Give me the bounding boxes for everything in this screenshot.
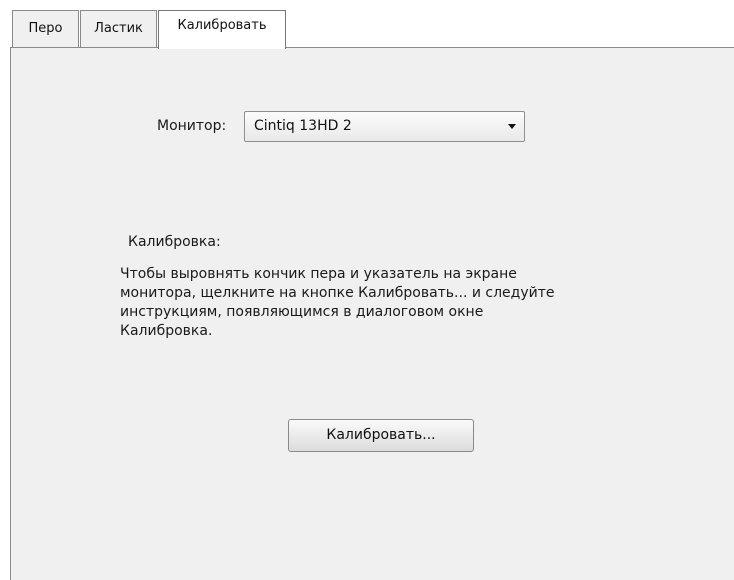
tab-pen[interactable]: Перо bbox=[12, 10, 79, 47]
tablet-properties-window: Перо Ластик Калибровать Монитор: Cintiq … bbox=[0, 0, 734, 580]
tab-eraser[interactable]: Ластик bbox=[80, 10, 157, 47]
monitor-label: Монитор: bbox=[157, 118, 227, 134]
monitor-dropdown-value: Cintiq 13HD 2 bbox=[254, 118, 352, 134]
tab-pen-label: Перо bbox=[28, 21, 63, 36]
tab-baseline-left bbox=[10, 47, 158, 48]
window-top-edge bbox=[0, 0, 734, 10]
chevron-down-icon bbox=[508, 124, 516, 129]
tab-eraser-label: Ластик bbox=[94, 21, 143, 36]
calibrate-button[interactable]: Калибровать... bbox=[288, 419, 474, 452]
tab-calibrate[interactable]: Калибровать bbox=[158, 10, 286, 49]
monitor-dropdown[interactable]: Cintiq 13HD 2 bbox=[244, 111, 525, 142]
calibration-description: Чтобы выровнять кончик пера и указатель … bbox=[120, 266, 555, 339]
calibration-heading: Калибровка: bbox=[128, 234, 221, 250]
tab-calibrate-label: Калибровать bbox=[177, 18, 267, 33]
tab-baseline-right bbox=[286, 47, 734, 48]
